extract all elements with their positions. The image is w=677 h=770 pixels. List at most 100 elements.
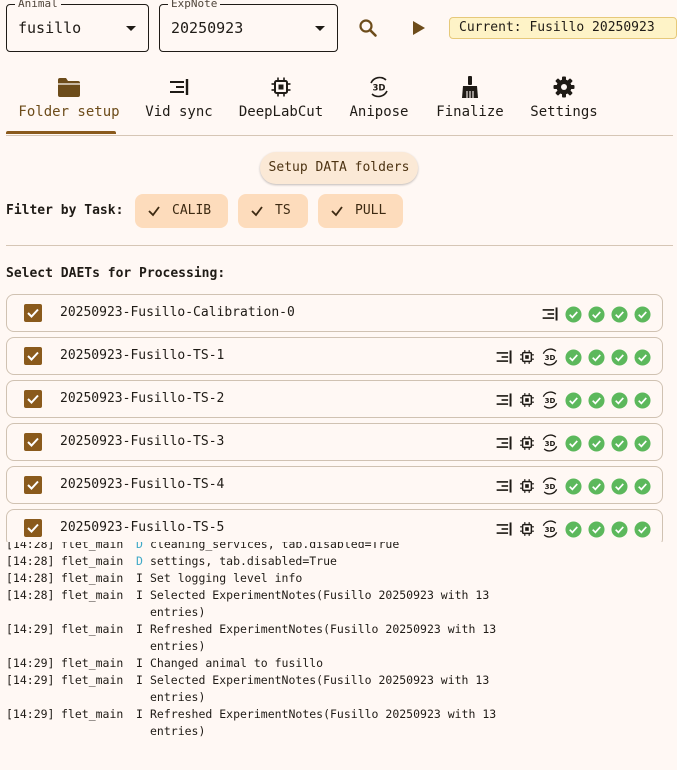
- daet-checkbox[interactable]: [24, 304, 42, 322]
- daet-checkbox[interactable]: [24, 519, 42, 537]
- svg-text:3D: 3D: [545, 525, 556, 534]
- check-icon: [27, 351, 39, 361]
- filter-chip-ts[interactable]: TS: [238, 194, 308, 228]
- folder-icon: [58, 78, 80, 97]
- setup-data-folders-button[interactable]: Setup DATA folders: [260, 152, 418, 184]
- tab-anipose[interactable]: 3D Anipose: [346, 74, 412, 120]
- log-level: I: [136, 571, 143, 585]
- daet-checkbox[interactable]: [24, 433, 42, 451]
- log-message: Changed animal to fusillo: [150, 656, 324, 670]
- check-icon: [27, 523, 39, 533]
- 3d-rotation-icon: 3D: [540, 519, 560, 539]
- daet-status-icons: 3D: [494, 347, 652, 367]
- daet-name: 20250923-Fusillo-Calibration-0: [60, 305, 295, 320]
- log-level: D: [136, 554, 143, 568]
- select-daets-label: Select DAETs for Processing:: [6, 266, 226, 281]
- log-message: Selected ExperimentNotes(Fusillo 2025092…: [150, 673, 490, 687]
- log-message: Set logging level info: [150, 571, 303, 585]
- tab-label: DeepLabCut: [238, 104, 324, 120]
- tab-folder-setup[interactable]: Folder setup: [18, 74, 120, 120]
- daet-checkbox[interactable]: [24, 347, 42, 365]
- daet-row[interactable]: 20250923-Fusillo-Calibration-0: [6, 294, 663, 332]
- chip-icon: [517, 433, 537, 453]
- chip-icon: [517, 476, 537, 496]
- log-timestamp: [14:28]: [6, 542, 55, 551]
- filter-chip-pull[interactable]: PULL: [318, 194, 403, 228]
- filter-chip-calib[interactable]: CALIB: [135, 194, 228, 228]
- 3d-rotation-icon: 3D: [540, 476, 560, 496]
- check-icon: [148, 206, 160, 217]
- tab-label: Folder setup: [18, 104, 120, 120]
- daet-checkbox[interactable]: [24, 476, 42, 494]
- log-message: settings, tab.disabled=True: [150, 554, 337, 568]
- log-panel[interactable]: [14:28] flet_main Dcleaning_services, tab.…: [0, 542, 677, 770]
- check-circle-icon: [609, 347, 629, 367]
- log-message: entries): [150, 639, 206, 653]
- check-circle-icon: [632, 390, 652, 410]
- tab-deeplabcut[interactable]: DeepLabCut: [238, 74, 324, 120]
- log-level: I: [136, 707, 143, 721]
- chevron-down-icon: [315, 26, 325, 31]
- animal-value: fusillo: [18, 19, 82, 37]
- check-icon: [251, 206, 263, 217]
- svg-text:3D: 3D: [373, 84, 386, 94]
- daet-list[interactable]: 20250923-Fusillo-Calibration-0 20250923-F…: [0, 288, 677, 542]
- filter-chip-label: CALIB: [172, 203, 212, 218]
- log-line: [14:29] flet_main I Refreshed ExperimentNot…: [0, 706, 677, 723]
- log-line: [14:28] flet_main Dcleaning_services, tab.…: [0, 542, 677, 553]
- tab-settings[interactable]: Settings: [528, 74, 600, 120]
- check-circle-icon: [563, 304, 583, 324]
- tab-vid-sync[interactable]: Vid sync: [138, 74, 220, 120]
- check-circle-icon: [609, 476, 629, 496]
- daet-row[interactable]: 20250923-Fusillo-TS-1 3D: [6, 337, 663, 375]
- check-circle-icon: [586, 433, 606, 453]
- daet-status-icons: 3D: [494, 433, 652, 453]
- log-message: Selected ExperimentNotes(Fusillo 2025092…: [150, 588, 490, 602]
- log-timestamp: [14:29]: [6, 707, 55, 721]
- sync-icon: [494, 519, 514, 539]
- 3d-rotation-icon: 3D: [540, 433, 560, 453]
- sync-icon: [494, 390, 514, 410]
- check-circle-icon: [563, 390, 583, 410]
- tab-label: Vid sync: [145, 104, 213, 120]
- check-circle-icon: [586, 347, 606, 367]
- log-line: [14:29] flet_main I Changed animal to fusil…: [0, 655, 677, 672]
- 3d-rotation-icon: 3D: [540, 347, 560, 367]
- play-icon: [413, 21, 425, 35]
- run-button[interactable]: [403, 12, 435, 44]
- expnote-value: 20250923: [171, 19, 244, 37]
- broom-icon: [462, 76, 478, 98]
- tab-label: Finalize: [436, 104, 504, 120]
- chevron-down-icon: [126, 26, 136, 31]
- svg-text:3D: 3D: [545, 396, 556, 405]
- filter-chip-label: TS: [275, 203, 291, 218]
- check-circle-icon: [632, 519, 652, 539]
- log-message: entries): [150, 690, 206, 704]
- current-selection-badge: Current: Fusillo 20250923: [449, 17, 677, 39]
- expnote-dropdown[interactable]: ExpNote 20250923: [159, 0, 338, 52]
- daet-row[interactable]: 20250923-Fusillo-TS-5 3D: [6, 509, 663, 542]
- tab-finalize[interactable]: Finalize: [434, 74, 506, 120]
- svg-text:3D: 3D: [545, 353, 556, 362]
- daet-checkbox[interactable]: [24, 390, 42, 408]
- daet-row[interactable]: 20250923-Fusillo-TS-2 3D: [6, 380, 663, 418]
- log-timestamp: [14:28]: [6, 554, 55, 568]
- check-circle-icon: [632, 433, 652, 453]
- log-level: D: [136, 542, 143, 551]
- daet-name: 20250923-Fusillo-TS-1: [60, 348, 225, 363]
- sync-icon: [540, 304, 560, 324]
- check-circle-icon: [609, 304, 629, 324]
- log-source: flet_main: [61, 656, 124, 670]
- svg-text:3D: 3D: [545, 439, 556, 448]
- log-level: I: [136, 588, 143, 602]
- divider: [6, 135, 673, 136]
- search-button[interactable]: [352, 12, 384, 44]
- daet-row[interactable]: 20250923-Fusillo-TS-3 3D: [6, 423, 663, 461]
- daet-row[interactable]: 20250923-Fusillo-TS-4 3D: [6, 466, 663, 504]
- log-message: Refreshed ExperimentNotes(Fusillo 202509…: [150, 707, 497, 721]
- active-tab-indicator: [6, 131, 116, 134]
- check-circle-icon: [563, 519, 583, 539]
- log-source: flet_main: [61, 707, 124, 721]
- animal-dropdown[interactable]: Animal fusillo: [6, 0, 149, 52]
- daet-name: 20250923-Fusillo-TS-4: [60, 477, 225, 492]
